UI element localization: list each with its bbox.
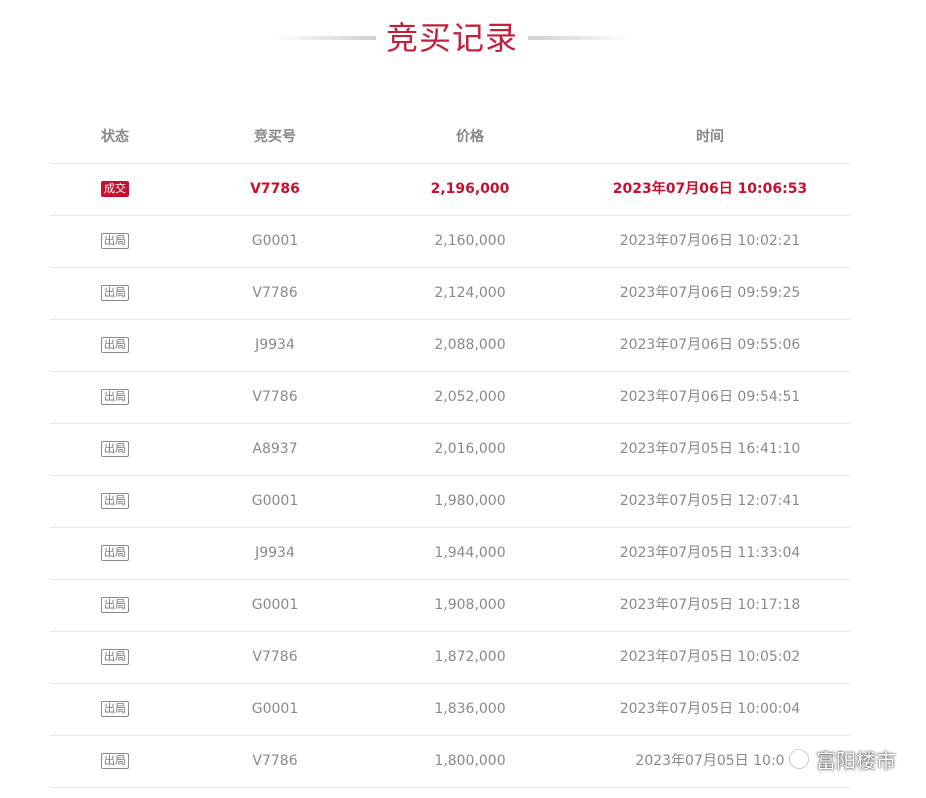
bid-number: G0001 <box>251 493 299 509</box>
status-badge-out: 出局 <box>101 493 129 509</box>
bid-time: 2023年07月05日 11:33:04 <box>619 545 801 561</box>
bid-record-table: 状态 竞买号 价格 时间 成交 V7786 2,196,000 2023年07月… <box>50 112 850 788</box>
bid-time: 2023年07月05日 10:05:02 <box>619 649 801 665</box>
table-row: 成交 V7786 2,196,000 2023年07月06日 10:06:53 <box>50 164 850 216</box>
bid-number: V7786 <box>250 181 300 197</box>
bid-number: J9934 <box>255 337 295 353</box>
bid-price: 1,980,000 <box>434 493 506 509</box>
watermark-text: 富阳楼市 <box>816 748 896 773</box>
table-row: 出局 J9934 1,944,000 2023年07月05日 11:33:04 <box>50 528 850 580</box>
table-row: 出局 A8937 2,016,000 2023年07月05日 16:41:10 <box>50 424 850 476</box>
bid-number: V7786 <box>252 649 298 665</box>
header-bid-number: 竞买号 <box>254 129 296 145</box>
bid-price: 2,088,000 <box>434 337 506 353</box>
page-title: 竞买记录 <box>385 19 518 57</box>
header-time: 时间 <box>696 129 724 145</box>
bid-number: G0001 <box>251 597 299 613</box>
bid-time: 2023年07月05日 10:00:04 <box>619 701 801 717</box>
bid-time: 2023年07月06日 10:06:53 <box>612 181 808 197</box>
watermark: 富阳楼市 <box>788 744 896 774</box>
header-price: 价格 <box>456 129 484 145</box>
status-badge-out: 出局 <box>101 389 129 405</box>
status-badge-deal: 成交 <box>101 181 129 197</box>
wechat-channel-icon <box>788 748 810 770</box>
status-badge-out: 出局 <box>101 337 129 353</box>
bid-price: 2,016,000 <box>434 441 506 457</box>
bid-time: 2023年07月05日 16:41:10 <box>619 441 801 457</box>
table-row: 出局 V7786 1,872,000 2023年07月05日 10:05:02 <box>50 632 850 684</box>
table-row: 出局 J9934 2,088,000 2023年07月06日 09:55:06 <box>50 320 850 372</box>
bid-price: 1,908,000 <box>434 597 506 613</box>
status-badge-out: 出局 <box>101 597 129 613</box>
status-badge-out: 出局 <box>101 233 129 249</box>
bid-price: 1,872,000 <box>434 649 506 665</box>
title-divider-left <box>272 36 376 40</box>
table-row: 出局 V7786 2,052,000 2023年07月06日 09:54:51 <box>50 372 850 424</box>
bid-time: 2023年07月06日 09:54:51 <box>619 389 801 405</box>
bid-time: 2023年07月06日 09:55:06 <box>619 337 801 353</box>
table-row: 出局 V7786 1,800,000 2023年07月05日 10:0 <box>50 736 850 788</box>
table-row: 出局 G0001 1,908,000 2023年07月05日 10:17:18 <box>50 580 850 632</box>
bid-price: 2,052,000 <box>434 389 506 405</box>
bid-price: 2,124,000 <box>434 285 506 301</box>
status-badge-out: 出局 <box>101 285 129 301</box>
bid-time: 2023年07月05日 12:07:41 <box>619 493 801 509</box>
table-row: 出局 G0001 2,160,000 2023年07月06日 10:02:21 <box>50 216 850 268</box>
bid-time: 2023年07月06日 09:59:25 <box>619 285 801 301</box>
status-badge-out: 出局 <box>101 545 129 561</box>
status-badge-out: 出局 <box>101 441 129 457</box>
bid-price: 1,836,000 <box>434 701 506 717</box>
section-header: 竞买记录 <box>0 14 926 64</box>
status-badge-out: 出局 <box>101 649 129 665</box>
auction-record-page: 竞买记录 状态 竞买号 价格 时间 成交 V7786 2,196,000 202… <box>0 0 926 798</box>
bid-number: G0001 <box>251 233 299 249</box>
status-badge-out: 出局 <box>101 701 129 717</box>
header-status: 状态 <box>101 129 129 145</box>
title-divider-right <box>528 36 632 40</box>
bid-time: 2023年07月05日 10:17:18 <box>619 597 801 613</box>
bid-time: 2023年07月06日 10:02:21 <box>619 233 801 249</box>
bid-number: A8937 <box>252 441 298 457</box>
table-row: 出局 G0001 1,836,000 2023年07月05日 10:00:04 <box>50 684 850 736</box>
table-row: 出局 V7786 2,124,000 2023年07月06日 09:59:25 <box>50 268 850 320</box>
bid-price: 1,800,000 <box>434 753 506 769</box>
bid-number: V7786 <box>252 285 298 301</box>
bid-price: 1,944,000 <box>434 545 506 561</box>
bid-number: V7786 <box>252 753 298 769</box>
bid-number: G0001 <box>251 701 299 717</box>
bid-price: 2,160,000 <box>434 233 506 249</box>
table-row: 出局 G0001 1,980,000 2023年07月05日 12:07:41 <box>50 476 850 528</box>
table-header: 状态 竞买号 价格 时间 <box>50 112 850 164</box>
bid-number: V7786 <box>252 389 298 405</box>
bid-number: J9934 <box>255 545 295 561</box>
status-badge-out: 出局 <box>101 753 129 769</box>
bid-price: 2,196,000 <box>430 181 510 197</box>
